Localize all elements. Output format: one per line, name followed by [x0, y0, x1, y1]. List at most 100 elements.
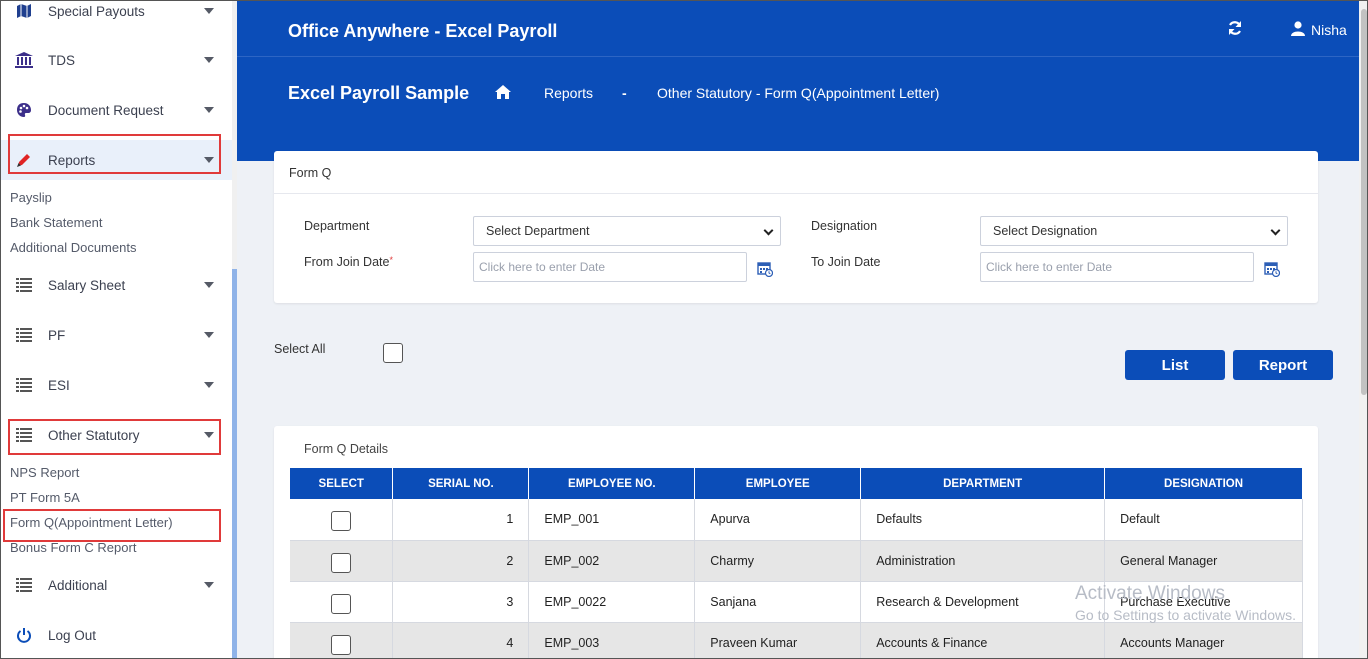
report-button[interactable]: Report — [1233, 350, 1333, 380]
caret-down-icon — [204, 57, 214, 63]
page-title: Excel Payroll Sample — [288, 83, 470, 103]
table-row: 2 EMP_002 Charmy Administration General … — [290, 540, 1303, 582]
page-scrollbar-thumb[interactable] — [1361, 9, 1367, 395]
to-join-date-placeholder: Click here to enter Date — [986, 260, 1113, 274]
row-checkbox[interactable] — [331, 552, 351, 573]
sidebar-subitem-additional-documents[interactable]: Additional Documents — [10, 240, 136, 255]
table-row: 1 EMP_001 Apurva Defaults Default — [290, 499, 1303, 541]
sidebar-item-esi[interactable]: ESI — [1, 365, 232, 405]
required-mark: * — [389, 255, 393, 265]
designation-cell: Default — [1104, 499, 1303, 541]
select-all-checkbox[interactable] — [383, 343, 403, 363]
list-icon — [15, 276, 33, 294]
refresh-icon[interactable] — [1227, 20, 1243, 36]
list-icon — [15, 576, 33, 594]
activate-windows-hint: Go to Settings to activate Windows. — [1075, 607, 1296, 623]
sidebar-item-label: Salary Sheet — [48, 277, 126, 293]
sidebar-subitem-bank-statement[interactable]: Bank Statement — [10, 215, 103, 230]
sidebar-item-salary-sheet[interactable]: Salary Sheet — [1, 265, 232, 305]
sidebar-item-label: Document Request — [48, 102, 164, 118]
table-row: 4 EMP_003 Praveen Kumar Accounts & Finan… — [290, 622, 1303, 658]
department-select[interactable]: Select Department — [473, 216, 781, 246]
department-cell: Research & Development — [860, 581, 1106, 623]
sidebar-item-document-request[interactable]: Document Request — [1, 90, 232, 130]
chevron-down-icon — [763, 225, 774, 236]
bank-icon — [15, 51, 33, 69]
serial-cell: 2 — [392, 540, 530, 582]
sidebar-item-log-out[interactable]: Log Out — [1, 615, 232, 655]
home-icon[interactable] — [495, 85, 511, 104]
panel-title: Form Q — [289, 166, 332, 180]
designation-label: Designation — [811, 219, 878, 233]
employee-cell: Apurva — [694, 499, 862, 541]
designation-cell: Accounts Manager — [1104, 622, 1303, 658]
top-bar: Office Anywhere - Excel Payroll Nisha — [237, 1, 1367, 57]
map-icon — [15, 2, 33, 20]
sidebar-item-tds[interactable]: TDS — [1, 40, 232, 80]
to-join-date-label: To Join Date — [811, 255, 881, 269]
calendar-icon[interactable] — [757, 261, 774, 278]
row-checkbox[interactable] — [331, 511, 351, 531]
sidebar-subitem-bonus-form-c[interactable]: Bonus Form C Report — [10, 540, 136, 555]
select-all-label: Select All — [274, 342, 326, 356]
to-join-date-input[interactable]: Click here to enter Date — [980, 252, 1254, 282]
power-icon — [15, 626, 33, 644]
list-icon — [15, 376, 33, 394]
employee-no-cell: EMP_0022 — [528, 581, 696, 623]
caret-down-icon — [204, 582, 214, 588]
sidebar-item-pf[interactable]: PF — [1, 315, 232, 355]
from-join-date-placeholder: Click here to enter Date — [479, 260, 606, 274]
user-name[interactable]: Nisha — [1311, 22, 1347, 38]
sidebar-subitem-payslip[interactable]: Payslip — [10, 190, 52, 205]
caret-down-icon — [204, 8, 214, 14]
employee-no-cell: EMP_002 — [528, 540, 696, 582]
select-cell — [290, 622, 394, 658]
sidebar-subitem-pt-form-5a[interactable]: PT Form 5A — [10, 490, 80, 505]
sidebar-item-additional[interactable]: Additional — [1, 565, 232, 605]
activate-windows-watermark: Activate Windows — [1075, 583, 1225, 604]
sidebar: Special Payouts TDS Document Request Rep… — [1, 1, 237, 658]
column-header: SELECT — [290, 468, 394, 499]
calendar-icon[interactable] — [1264, 261, 1281, 278]
column-header: EMPLOYEE NO. — [528, 468, 696, 499]
sidebar-item-label: Special Payouts — [48, 3, 145, 19]
breadcrumb-reports[interactable]: Reports — [544, 85, 593, 101]
designation-select-value: Select Designation — [993, 224, 1098, 238]
row-checkbox[interactable] — [331, 634, 351, 655]
sidebar-scrollbar-thumb[interactable] — [232, 269, 237, 658]
column-header: DEPARTMENT — [860, 468, 1106, 499]
department-select-value: Select Department — [486, 224, 590, 238]
chevron-down-icon — [1270, 225, 1281, 236]
designation-cell: General Manager — [1104, 540, 1303, 582]
caret-down-icon — [204, 382, 214, 388]
column-header: EMPLOYEE — [694, 468, 862, 499]
list-icon — [15, 326, 33, 344]
caret-down-icon — [204, 107, 214, 113]
from-join-date-input[interactable]: Click here to enter Date — [473, 252, 747, 282]
select-cell — [290, 540, 394, 582]
palette-icon — [15, 101, 33, 119]
highlight-box-form-q — [3, 509, 221, 542]
caret-down-icon — [204, 332, 214, 338]
breadcrumb-separator: - — [622, 85, 627, 101]
sidebar-subitem-nps-report[interactable]: NPS Report — [10, 465, 79, 480]
employee-cell: Sanjana — [694, 581, 862, 623]
app-title: Office Anywhere - Excel Payroll — [288, 21, 558, 41]
serial-cell: 1 — [392, 499, 530, 541]
highlight-box-other-statutory — [8, 419, 221, 455]
employee-no-cell: EMP_001 — [528, 499, 696, 541]
sidebar-item-label: PF — [48, 327, 66, 343]
from-join-date-label: From Join Date* — [304, 255, 393, 269]
user-icon[interactable] — [1291, 21, 1305, 41]
sidebar-item-label: TDS — [48, 52, 75, 68]
department-cell: Administration — [860, 540, 1106, 582]
serial-cell: 3 — [392, 581, 530, 623]
sidebar-item-label: Log Out — [48, 627, 97, 643]
employee-cell: Praveen Kumar — [694, 622, 862, 658]
sidebar-item-label: Additional — [48, 577, 108, 593]
designation-select[interactable]: Select Designation — [980, 216, 1288, 246]
breadcrumb-current: Other Statutory - Form Q(Appointment Let… — [657, 85, 940, 101]
row-checkbox[interactable] — [331, 593, 351, 614]
sidebar-item-special-payouts[interactable]: Special Payouts — [1, 1, 232, 31]
list-button[interactable]: List — [1125, 350, 1225, 380]
